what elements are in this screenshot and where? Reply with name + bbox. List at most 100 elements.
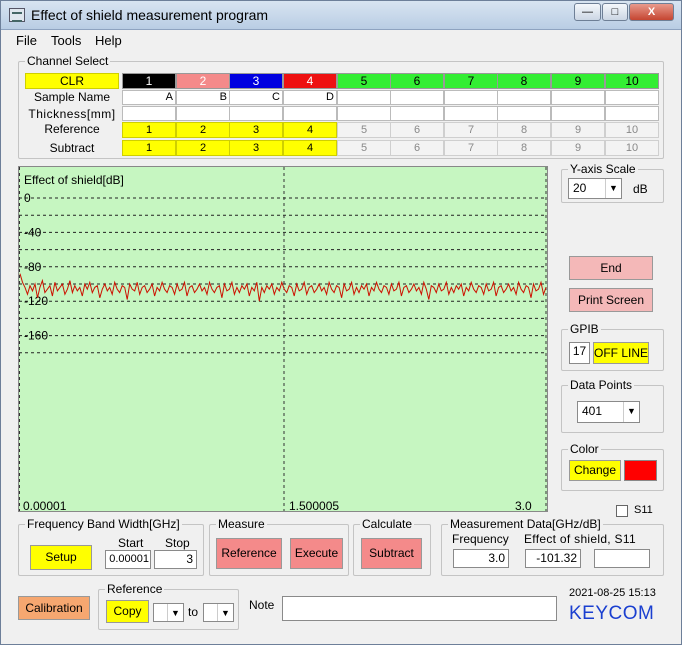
sample-name-field[interactable]: C (229, 90, 283, 105)
channel-header-5[interactable]: 5 (337, 73, 391, 89)
channel-header-6[interactable]: 6 (390, 73, 444, 89)
y-axis-scale-value: 20 (573, 181, 587, 195)
reference-toggle-4[interactable]: 4 (283, 122, 337, 138)
channel-header-7[interactable]: 7 (444, 73, 498, 89)
close-button[interactable]: X (629, 3, 674, 21)
y-tick-label: -160 (24, 329, 48, 343)
channel-header-2[interactable]: 2 (176, 73, 230, 89)
thickness-label: Thickness[mm] (28, 107, 116, 121)
sample-name-field[interactable]: A (122, 90, 176, 105)
thickness-field[interactable] (122, 106, 176, 121)
color-title: Color (568, 442, 601, 456)
reference-toggle-1[interactable]: 1 (122, 122, 176, 138)
channel-header-8[interactable]: 8 (497, 73, 551, 89)
sample-name-field[interactable] (551, 90, 605, 105)
channel-header-10[interactable]: 10 (605, 73, 659, 89)
menu-help[interactable]: Help (95, 33, 122, 48)
end-button[interactable]: End (569, 256, 653, 280)
stop-label: Stop (165, 536, 190, 550)
y-axis-title: Effect of shield[dB] (24, 173, 124, 187)
thickness-field[interactable] (444, 106, 498, 121)
x-tick-label: 3.0 (515, 499, 532, 512)
subtract-toggle-2[interactable]: 2 (176, 140, 230, 156)
reference-copy-title: Reference (105, 582, 165, 596)
frequency-band-title: Frequency Band Width[GHz] (25, 517, 182, 531)
reference-toggle-10[interactable]: 10 (605, 122, 659, 138)
app-window: Effect of shield measurement program — □… (0, 0, 682, 645)
sample-name-field[interactable]: D (283, 90, 337, 105)
subtract-toggle-3[interactable]: 3 (229, 140, 283, 156)
data-points-title: Data Points (568, 378, 635, 392)
reference-toggle-2[interactable]: 2 (176, 122, 230, 138)
sample-name-field[interactable] (444, 90, 498, 105)
subtract-toggle-6[interactable]: 6 (390, 140, 444, 156)
thickness-field[interactable] (229, 106, 283, 121)
calibration-button[interactable]: Calibration (18, 596, 90, 620)
off-line-button[interactable]: OFF LINE (593, 342, 649, 364)
note-field[interactable] (282, 596, 557, 621)
reference-toggle-5[interactable]: 5 (337, 122, 391, 138)
change-color-button[interactable]: Change (569, 460, 621, 481)
reference-toggle-3[interactable]: 3 (229, 122, 283, 138)
thickness-field[interactable] (605, 106, 659, 121)
calculate-title: Calculate (360, 517, 415, 531)
thickness-field[interactable] (551, 106, 605, 121)
setup-button[interactable]: Setup (30, 545, 92, 570)
subtract-button[interactable]: Subtract (361, 538, 422, 569)
print-screen-button[interactable]: Print Screen (569, 288, 653, 312)
thickness-field[interactable] (497, 106, 551, 121)
y-axis-scale-select[interactable]: 20 ▼ (568, 178, 622, 199)
thickness-field[interactable] (337, 106, 391, 121)
channel-header-4[interactable]: 4 (283, 73, 337, 89)
y-tick-label: -120 (24, 294, 48, 308)
to-label: to (188, 605, 199, 619)
channel-header-9[interactable]: 9 (551, 73, 605, 89)
title-bar[interactable]: Effect of shield measurement program — □… (1, 1, 681, 30)
subtract-toggle-9[interactable]: 9 (551, 140, 605, 156)
start-label: Start (118, 536, 144, 550)
reference-toggle-8[interactable]: 8 (497, 122, 551, 138)
color-swatch (624, 460, 657, 481)
channel-header-3[interactable]: 3 (229, 73, 283, 89)
sample-name-field[interactable] (337, 90, 391, 105)
data-points-select[interactable]: 401 ▼ (577, 401, 640, 423)
thickness-field[interactable] (283, 106, 337, 121)
y-axis-scale-unit: dB (633, 182, 648, 196)
thickness-field[interactable] (390, 106, 444, 121)
chevron-down-icon: ▼ (217, 604, 233, 621)
stop-frequency-field[interactable]: 3 (154, 550, 197, 569)
subtract-toggle-1[interactable]: 1 (122, 140, 176, 156)
copy-button[interactable]: Copy (106, 600, 149, 623)
sample-name-field[interactable] (497, 90, 551, 105)
clr-button[interactable]: CLR (25, 73, 119, 89)
subtract-toggle-4[interactable]: 4 (283, 140, 337, 156)
copy-to-select[interactable]: ▼ (203, 603, 234, 622)
sample-name-field[interactable] (390, 90, 444, 105)
thickness-field[interactable] (176, 106, 230, 121)
start-frequency-field[interactable]: 0.00001 (105, 550, 151, 569)
measure-title: Measure (216, 517, 267, 531)
reference-toggle-9[interactable]: 9 (551, 122, 605, 138)
minimize-button[interactable]: — (574, 3, 601, 21)
reference-button[interactable]: Reference (216, 538, 282, 569)
sample-name-field[interactable]: B (176, 90, 230, 105)
y-tick-label: 0 (24, 191, 31, 205)
gpib-address-field[interactable]: 17 (569, 342, 590, 364)
s11-checkbox-label: S11 (634, 504, 653, 516)
menu-tools[interactable]: Tools (51, 33, 81, 48)
channel-header-1[interactable]: 1 (122, 73, 176, 89)
sample-name-field[interactable] (605, 90, 659, 105)
x-tick-label: 0.00001 (23, 499, 67, 512)
reference-toggle-6[interactable]: 6 (390, 122, 444, 138)
maximize-button[interactable]: □ (602, 3, 628, 21)
subtract-toggle-7[interactable]: 7 (444, 140, 498, 156)
copy-from-select[interactable]: ▼ (153, 603, 184, 622)
menu-file[interactable]: File (16, 33, 37, 48)
subtract-toggle-8[interactable]: 8 (497, 140, 551, 156)
reference-toggle-7[interactable]: 7 (444, 122, 498, 138)
execute-button[interactable]: Execute (290, 538, 343, 569)
s11-checkbox[interactable] (616, 505, 628, 517)
x-tick-label: 1.500005 (289, 499, 339, 512)
subtract-toggle-10[interactable]: 10 (605, 140, 659, 156)
subtract-toggle-5[interactable]: 5 (337, 140, 391, 156)
